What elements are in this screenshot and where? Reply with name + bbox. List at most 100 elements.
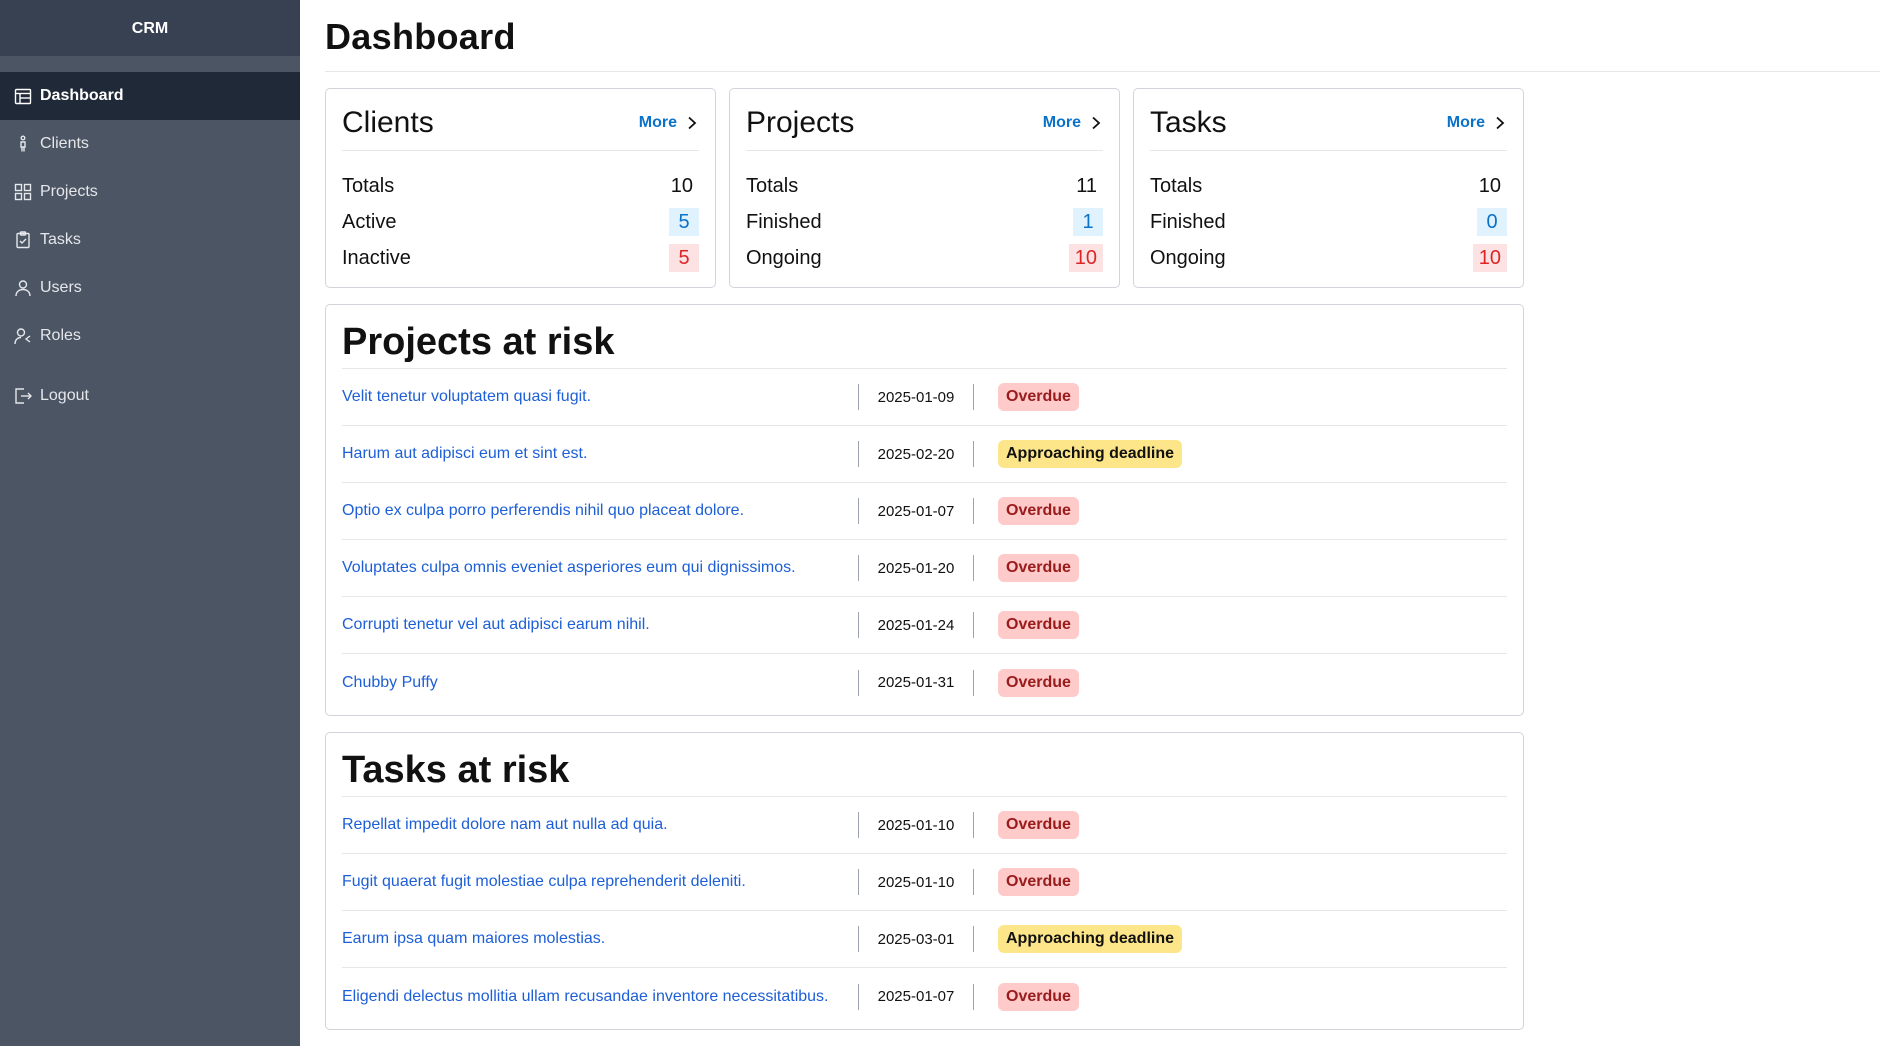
panel-title: Tasks at risk bbox=[342, 733, 1507, 797]
stat-row-inactive: Inactive 5 bbox=[342, 240, 699, 276]
person-icon bbox=[20, 135, 26, 152]
stat-row-totals: Totals 10 bbox=[342, 168, 699, 204]
stat-rows: Totals 10 Finished 0 Ongoing 10 bbox=[1150, 151, 1507, 276]
projects-more-link[interactable]: More bbox=[1043, 114, 1103, 132]
sidebar-item-users[interactable]: Users bbox=[0, 264, 300, 312]
task-link[interactable]: Earum ipsa quam maiores molestias. bbox=[342, 930, 858, 948]
project-link[interactable]: Chubby Puffy bbox=[342, 674, 858, 692]
due-date: 2025-02-20 bbox=[858, 441, 974, 467]
project-link[interactable]: Velit tenetur voluptatem quasi fugit. bbox=[342, 388, 858, 406]
calendar-icon bbox=[14, 88, 32, 105]
sidebar-item-label: Roles bbox=[40, 327, 81, 344]
status-badge: Overdue bbox=[998, 554, 1079, 582]
task-link[interactable]: Eligendi delectus mollitia ullam recusan… bbox=[342, 988, 858, 1006]
stat-rows: Totals 11 Finished 1 Ongoing 10 bbox=[746, 151, 1103, 276]
stat-row-totals: Totals 10 bbox=[1150, 168, 1507, 204]
logout-button[interactable]: Logout bbox=[0, 372, 300, 420]
status-badge: Approaching deadline bbox=[998, 925, 1183, 953]
panel-title: Projects at risk bbox=[342, 305, 1507, 369]
list-item: Corrupti tenetur vel aut adipisci earum … bbox=[342, 597, 1507, 654]
status-badge: Overdue bbox=[998, 982, 1079, 1011]
stat-label: Totals bbox=[1150, 174, 1203, 197]
grid-icon bbox=[14, 183, 32, 201]
tasks-more-link[interactable]: More bbox=[1447, 114, 1507, 132]
sidebar-item-label: Tasks bbox=[40, 231, 81, 248]
status-badge: Overdue bbox=[998, 497, 1079, 525]
stat-value: 5 bbox=[669, 208, 699, 236]
list-item: Fugit quaerat fugit molestiae culpa repr… bbox=[342, 854, 1507, 911]
sidebar-item-clients[interactable]: Clients bbox=[0, 120, 300, 168]
sidebar-item-label: Users bbox=[40, 279, 82, 296]
sidebar-item-label: Clients bbox=[40, 135, 89, 152]
sidebar-item-tasks[interactable]: Tasks bbox=[0, 216, 300, 264]
card-title: Clients bbox=[342, 105, 434, 139]
list-item: Harum aut adipisci eum et sint est. 2025… bbox=[342, 426, 1507, 483]
user-key-icon bbox=[14, 328, 31, 345]
due-date: 2025-01-24 bbox=[858, 612, 974, 638]
sidebar: CRM Dashboard Clients Projects Tasks Use… bbox=[0, 0, 300, 1046]
task-link[interactable]: Fugit quaerat fugit molestiae culpa repr… bbox=[342, 873, 858, 891]
stat-rows: Totals 10 Active 5 Inactive 5 bbox=[342, 151, 699, 276]
stat-label: Active bbox=[342, 210, 397, 233]
clipboard-icon bbox=[16, 231, 30, 249]
list-item: Optio ex culpa porro perferendis nihil q… bbox=[342, 483, 1507, 540]
status-badge: Overdue bbox=[998, 611, 1079, 639]
projects-at-risk-panel: Projects at risk Velit tenetur voluptate… bbox=[325, 304, 1524, 716]
clients-more-link[interactable]: More bbox=[639, 114, 699, 132]
chevron-right-icon bbox=[1496, 116, 1505, 129]
stat-value: 11 bbox=[1076, 175, 1097, 197]
due-date: 2025-01-07 bbox=[858, 983, 974, 1010]
project-link[interactable]: Voluptates culpa omnis eveniet asperiore… bbox=[342, 559, 858, 577]
due-date: 2025-01-10 bbox=[858, 812, 974, 838]
status-badge: Overdue bbox=[998, 868, 1079, 896]
more-label: More bbox=[638, 113, 677, 131]
stat-row-ongoing: Ongoing 10 bbox=[746, 240, 1103, 276]
stat-value: 0 bbox=[1477, 208, 1507, 236]
stat-value: 10 bbox=[1472, 244, 1507, 272]
stat-label: Ongoing bbox=[746, 246, 822, 269]
list-item: Voluptates culpa omnis eveniet asperiore… bbox=[342, 540, 1507, 597]
stats-cards: Clients More Totals 10 Active 5 Inactive 5 … bbox=[325, 88, 1524, 288]
status-badge: Overdue bbox=[998, 383, 1079, 411]
stat-value: 10 bbox=[1068, 244, 1103, 272]
page-title: Dashboard bbox=[325, 16, 516, 57]
stat-label: Finished bbox=[1150, 210, 1226, 233]
stat-label: Totals bbox=[342, 174, 395, 197]
task-link[interactable]: Repellat impedit dolore nam aut nulla ad… bbox=[342, 816, 858, 834]
stat-value: 5 bbox=[669, 244, 699, 272]
risk-list: Velit tenetur voluptatem quasi fugit. 20… bbox=[342, 369, 1507, 711]
sidebar-item-projects[interactable]: Projects bbox=[0, 168, 300, 216]
page-header: Dashboard bbox=[325, 0, 1880, 72]
list-item: Velit tenetur voluptatem quasi fugit. 20… bbox=[342, 369, 1507, 426]
tasks-at-risk-panel: Tasks at risk Repellat impedit dolore na… bbox=[325, 732, 1524, 1030]
user-icon bbox=[15, 280, 31, 297]
more-label: More bbox=[1446, 113, 1485, 131]
stat-row-ongoing: Ongoing 10 bbox=[1150, 240, 1507, 276]
card-title: Projects bbox=[746, 105, 855, 139]
list-item: Eligendi delectus mollitia ullam recusan… bbox=[342, 968, 1507, 1025]
stat-value: 10 bbox=[670, 175, 693, 197]
project-link[interactable]: Corrupti tenetur vel aut adipisci earum … bbox=[342, 616, 858, 634]
sidebar-item-label: Dashboard bbox=[40, 87, 124, 104]
sidebar-item-roles[interactable]: Roles bbox=[0, 312, 300, 360]
projects-card: Projects More Totals 11 Finished 1 Ongoing… bbox=[729, 88, 1120, 288]
sidebar-item-dashboard[interactable]: Dashboard bbox=[0, 72, 300, 120]
card-header: Projects More bbox=[746, 89, 1103, 151]
stat-row-finished: Finished 0 bbox=[1150, 204, 1507, 240]
logout-label: Logout bbox=[40, 387, 89, 404]
list-item: Repellat impedit dolore nam aut nulla ad… bbox=[342, 797, 1507, 854]
more-label: More bbox=[1042, 113, 1081, 131]
stat-value: 10 bbox=[1478, 175, 1501, 197]
stat-row-totals: Totals 11 bbox=[746, 168, 1103, 204]
due-date: 2025-01-10 bbox=[858, 869, 974, 895]
brand-logo[interactable]: CRM bbox=[0, 0, 300, 56]
project-link[interactable]: Harum aut adipisci eum et sint est. bbox=[342, 445, 858, 463]
chevron-right-icon bbox=[1092, 116, 1101, 129]
project-link[interactable]: Optio ex culpa porro perferendis nihil q… bbox=[342, 502, 858, 520]
status-badge: Overdue bbox=[998, 811, 1079, 839]
stat-label: Ongoing bbox=[1150, 246, 1226, 269]
card-title: Tasks bbox=[1150, 105, 1227, 139]
stat-label: Totals bbox=[746, 174, 799, 197]
chevron-right-icon bbox=[688, 116, 697, 129]
stat-row-finished: Finished 1 bbox=[746, 204, 1103, 240]
